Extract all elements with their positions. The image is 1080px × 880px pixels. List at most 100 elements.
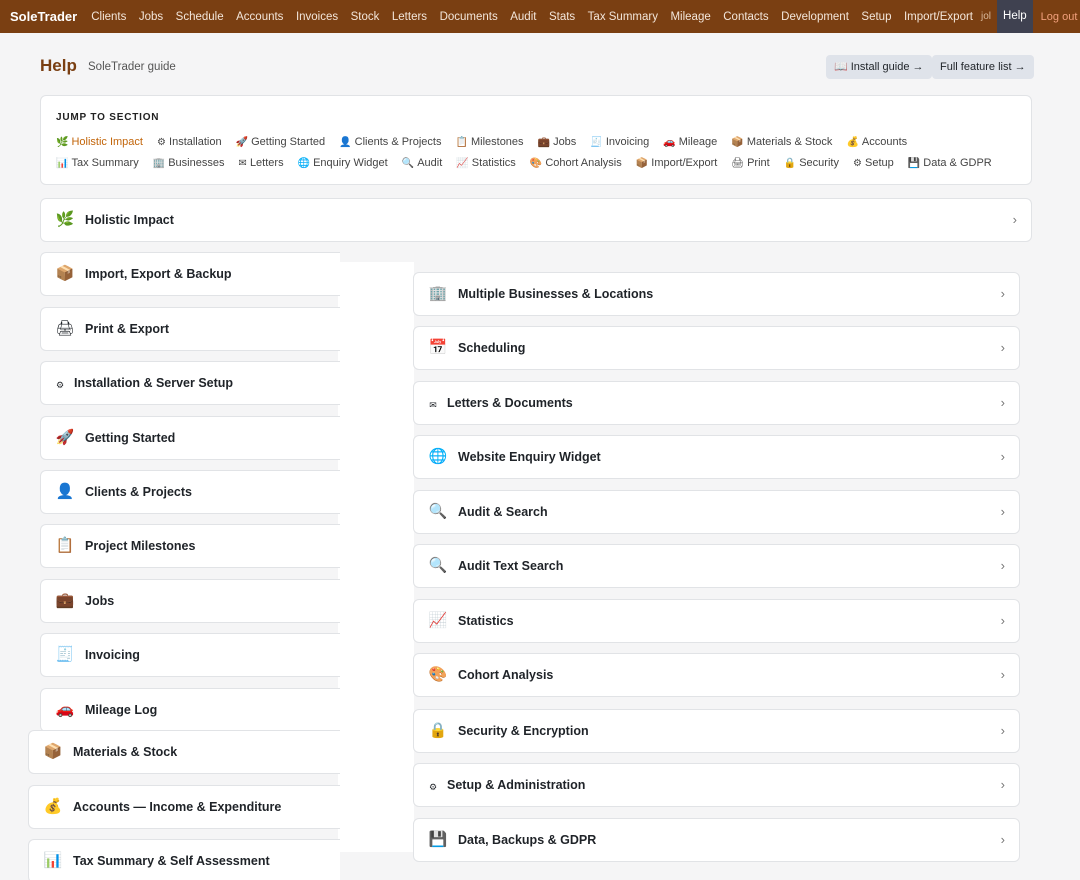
jump-link[interactable]: 🚗 Mileage: [663, 136, 717, 148]
receipt-icon: 🧾: [55, 646, 75, 663]
jump-link[interactable]: 💼 Jobs: [538, 136, 577, 148]
section-card[interactable]: 🌐 Website Enquiry Widget ›: [413, 435, 1020, 479]
jump-link-label: Print: [747, 157, 770, 169]
lock-icon: 🔒: [428, 722, 448, 739]
nav-setup[interactable]: Setup: [861, 11, 891, 23]
section-card[interactable]: 💰 Accounts — Income & Expenditure: [28, 785, 340, 829]
install-guide-button[interactable]: 📖 Install guide →: [826, 55, 932, 79]
jump-link[interactable]: 📦 Import/Export: [636, 157, 717, 169]
chevron-right-icon: ›: [1000, 723, 1005, 738]
jump-link[interactable]: 👤 Clients & Projects: [339, 136, 441, 148]
jump-link[interactable]: 🧾 Invoicing: [590, 136, 649, 148]
jump-link[interactable]: 🌐 Enquiry Widget: [298, 157, 388, 169]
jump-link[interactable]: 🌿 Holistic Impact: [56, 136, 143, 148]
nav-invoices[interactable]: Invoices: [296, 11, 338, 23]
nav-schedule[interactable]: Schedule: [176, 11, 224, 23]
rocket-icon: 🚀: [55, 429, 75, 446]
section-label: Scheduling: [458, 341, 526, 355]
nav-stock[interactable]: Stock: [351, 11, 380, 23]
section-card[interactable]: 👤 Clients & Projects: [40, 470, 340, 514]
section-label: Project Milestones: [85, 539, 196, 553]
magnifier-icon: 🔍: [428, 503, 448, 520]
jump-link-label: Enquiry Widget: [313, 157, 388, 169]
chevron-right-icon: ›: [1000, 395, 1005, 410]
jump-link-label: Security: [799, 157, 839, 169]
jump-link[interactable]: 📈 Statistics: [456, 157, 515, 169]
jump-link[interactable]: 🚀 Getting Started: [236, 136, 325, 148]
section-label: Setup & Administration: [447, 778, 586, 792]
section-card[interactable]: 🧾 Invoicing: [40, 633, 340, 677]
jump-link-icon: 🎨: [529, 158, 543, 169]
section-card[interactable]: 🔍 Audit & Search ›: [413, 490, 1020, 534]
chevron-right-icon: ›: [1000, 504, 1005, 519]
jump-link[interactable]: 📊 Tax Summary: [56, 157, 139, 169]
jump-link-icon: 🖨: [731, 158, 745, 169]
jump-link[interactable]: ⚙ Setup: [853, 157, 894, 169]
jump-link[interactable]: 📦 Materials & Stock: [731, 136, 832, 148]
jump-link-icon: 📋: [455, 137, 468, 148]
jump-link[interactable]: 💾 Data & GDPR: [908, 157, 992, 169]
jump-link[interactable]: 🔍 Audit: [402, 157, 443, 169]
nav-help[interactable]: Help: [997, 0, 1033, 33]
jump-link-icon: 💰: [846, 137, 859, 148]
jump-link[interactable]: 🖨 Print: [731, 157, 769, 169]
jump-link[interactable]: 📋 Milestones: [456, 136, 524, 148]
nav-stats[interactable]: Stats: [549, 11, 575, 23]
section-card[interactable]: 💼 Jobs: [40, 579, 340, 623]
section-card[interactable]: ⚙ Installation & Server Setup: [40, 361, 340, 405]
section-label: Security & Encryption: [458, 724, 589, 738]
section-card[interactable]: 🔒 Security & Encryption ›: [413, 709, 1020, 753]
nav-documents[interactable]: Documents: [440, 11, 498, 23]
section-card[interactable]: 🏢 Multiple Businesses & Locations ›: [413, 272, 1020, 316]
section-label: Invoicing: [85, 648, 140, 662]
nav-letters[interactable]: Letters: [392, 11, 427, 23]
section-card[interactable]: 📈 Statistics ›: [413, 599, 1020, 643]
jump-link[interactable]: ⚙ Installation: [157, 136, 222, 148]
section-card[interactable]: 🖨 Print & Export: [40, 307, 340, 351]
section-label: Cohort Analysis: [458, 668, 554, 682]
jump-link[interactable]: ✉ Letters: [239, 157, 284, 169]
section-card[interactable]: 💾 Data, Backups & GDPR ›: [413, 818, 1020, 862]
nav-development[interactable]: Development: [781, 11, 849, 23]
briefcase-icon: 💼: [55, 592, 75, 609]
section-card[interactable]: 📦 Materials & Stock: [28, 730, 340, 774]
section-card[interactable]: 📅 Scheduling ›: [413, 326, 1020, 370]
jump-link[interactable]: 💰 Accounts: [846, 136, 907, 148]
jump-link[interactable]: 🎨 Cohort Analysis: [530, 157, 622, 169]
section-label: Getting Started: [85, 431, 176, 445]
section-card[interactable]: ⚙ Setup & Administration ›: [413, 763, 1020, 807]
chevron-right-icon: ›: [1000, 667, 1005, 682]
jump-link[interactable]: 🔒 Security: [784, 157, 839, 169]
nav-user[interactable]: jol: [981, 11, 991, 22]
jump-link[interactable]: 🏢 Businesses: [153, 157, 225, 169]
nav-contacts[interactable]: Contacts: [723, 11, 768, 23]
section-card[interactable]: 📊 Tax Summary & Self Assessment: [28, 839, 340, 880]
section-card[interactable]: 🎨 Cohort Analysis ›: [413, 653, 1020, 697]
jump-link-icon: 💾: [907, 158, 921, 169]
nav-jobs[interactable]: Jobs: [139, 11, 163, 23]
logout-link[interactable]: Log out: [1041, 11, 1078, 23]
nav-audit[interactable]: Audit: [510, 11, 536, 23]
section-card[interactable]: 🔍 Audit Text Search ›: [413, 544, 1020, 588]
gear-icon: ⚙: [428, 782, 438, 792]
nav-import-export[interactable]: Import/Export: [904, 11, 973, 23]
section-card[interactable]: ✉ Letters & Documents ›: [413, 381, 1020, 425]
jump-link-label: Mileage: [678, 136, 718, 148]
section-label: Jobs: [85, 594, 115, 608]
nav-mileage[interactable]: Mileage: [670, 11, 710, 23]
nav-accounts[interactable]: Accounts: [236, 11, 283, 23]
floppy-disk-icon: 💾: [428, 831, 448, 848]
nav-clients[interactable]: Clients: [91, 11, 126, 23]
section-card[interactable]: 🚀 Getting Started: [40, 416, 340, 460]
section-holistic-impact[interactable]: 🌿 Holistic Impact ›: [40, 198, 1032, 242]
nav-tax-summary[interactable]: Tax Summary: [588, 11, 658, 23]
section-card[interactable]: 📦 Import, Export & Backup: [40, 252, 340, 296]
section-label: Tax Summary & Self Assessment: [73, 854, 270, 868]
section-card[interactable]: 📋 Project Milestones: [40, 524, 340, 568]
section-label: Clients & Projects: [85, 485, 192, 499]
section-label: Materials & Stock: [73, 745, 178, 759]
brand-logo[interactable]: SoleTrader: [10, 9, 77, 24]
feature-list-button[interactable]: Full feature list →: [932, 55, 1034, 79]
page-title: Help: [40, 56, 77, 75]
section-card[interactable]: 🚗 Mileage Log: [40, 688, 340, 732]
